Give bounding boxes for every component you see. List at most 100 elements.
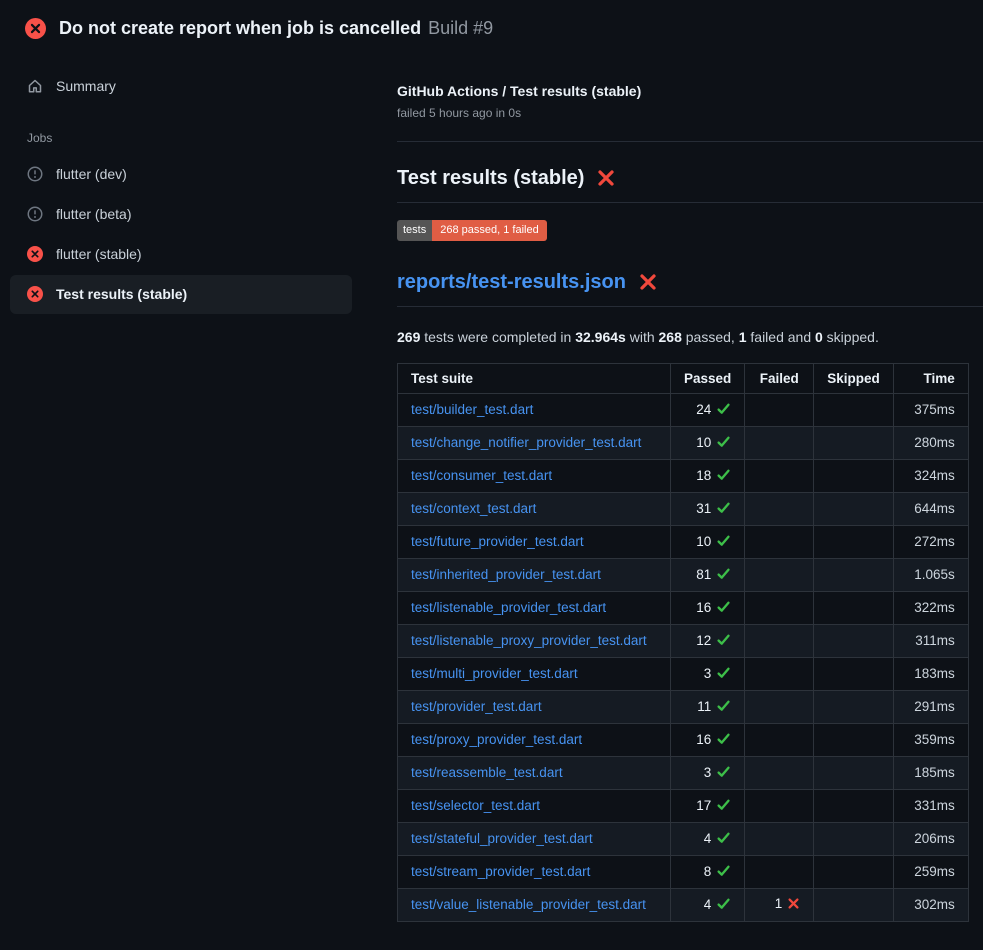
col-header-failed: Failed <box>745 363 814 393</box>
failed-count: 1 <box>775 896 783 911</box>
cell-time: 311ms <box>893 624 968 657</box>
test-suite-link[interactable]: test/proxy_provider_test.dart <box>411 732 582 747</box>
test-suite-link[interactable]: test/selector_test.dart <box>411 798 540 813</box>
report-title: reports/test-results.json <box>397 271 983 307</box>
cell-passed: 31 <box>671 492 745 525</box>
sidebar-job-item[interactable]: flutter (stable) <box>10 235 352 273</box>
cell-skipped <box>814 624 894 657</box>
cell-skipped <box>814 756 894 789</box>
cell-skipped <box>814 393 894 426</box>
cell-passed: 16 <box>671 591 745 624</box>
table-row: test/provider_test.dart11291ms <box>398 690 969 723</box>
sidebar-job-item[interactable]: flutter (dev) <box>10 155 352 193</box>
cell-time: 375ms <box>893 393 968 426</box>
cell-test-suite: test/consumer_test.dart <box>398 459 671 492</box>
cell-test-suite: test/proxy_provider_test.dart <box>398 723 671 756</box>
summary-segment: with <box>626 329 659 345</box>
passed-count: 3 <box>704 666 712 681</box>
table-row: test/proxy_provider_test.dart16359ms <box>398 723 969 756</box>
report-file-link[interactable]: reports/test-results.json <box>397 271 626 294</box>
test-suite-link[interactable]: test/change_notifier_provider_test.dart <box>411 435 641 450</box>
failed-circle-icon <box>25 18 46 39</box>
table-row: test/listenable_provider_test.dart16322m… <box>398 591 969 624</box>
cell-time: 331ms <box>893 789 968 822</box>
test-suite-link[interactable]: test/reassemble_test.dart <box>411 765 563 780</box>
check-icon <box>716 797 731 815</box>
badge-label: tests <box>397 220 432 241</box>
check-icon <box>716 731 731 749</box>
test-suite-link[interactable]: test/listenable_provider_test.dart <box>411 600 606 615</box>
cell-test-suite: test/builder_test.dart <box>398 393 671 426</box>
sidebar: Summary Jobs flutter (dev)flutter (beta)… <box>0 53 371 316</box>
cell-test-suite: test/multi_provider_test.dart <box>398 657 671 690</box>
sidebar-job-item[interactable]: Test results (stable) <box>10 275 352 313</box>
cell-test-suite: test/stateful_provider_test.dart <box>398 822 671 855</box>
test-suite-link[interactable]: test/listenable_proxy_provider_test.dart <box>411 633 647 648</box>
sidebar-job-item[interactable]: flutter (beta) <box>10 195 352 233</box>
table-row: test/consumer_test.dart18324ms <box>398 459 969 492</box>
check-icon <box>716 500 731 518</box>
cell-test-suite: test/provider_test.dart <box>398 690 671 723</box>
cell-passed: 3 <box>671 756 745 789</box>
cell-skipped <box>814 492 894 525</box>
cell-test-suite: test/change_notifier_provider_test.dart <box>398 426 671 459</box>
table-header-row: Test suite Passed Failed Skipped Time <box>398 363 969 393</box>
test-suite-link[interactable]: test/value_listenable_provider_test.dart <box>411 897 646 912</box>
test-suite-link[interactable]: test/multi_provider_test.dart <box>411 666 578 681</box>
cell-skipped <box>814 690 894 723</box>
test-suite-link[interactable]: test/builder_test.dart <box>411 402 533 417</box>
cell-passed: 10 <box>671 525 745 558</box>
cell-time: 291ms <box>893 690 968 723</box>
table-row: test/builder_test.dart24375ms <box>398 393 969 426</box>
cell-skipped <box>814 789 894 822</box>
sidebar-item-label: flutter (beta) <box>56 205 131 223</box>
col-header-passed: Passed <box>671 363 745 393</box>
build-name: Do not create report when job is cancell… <box>59 18 421 38</box>
page-title: Do not create report when job is cancell… <box>59 18 493 40</box>
cell-failed <box>745 690 814 723</box>
check-icon <box>716 434 731 452</box>
passed-count: 4 <box>704 897 712 912</box>
test-suite-link[interactable]: test/context_test.dart <box>411 501 536 516</box>
cell-failed <box>745 822 814 855</box>
test-suite-link[interactable]: test/stream_provider_test.dart <box>411 864 590 879</box>
cell-failed <box>745 393 814 426</box>
summary-segment: 269 <box>397 329 420 345</box>
test-suite-link[interactable]: test/inherited_provider_test.dart <box>411 567 601 582</box>
check-icon <box>716 599 731 617</box>
main-content: GitHub Actions / Test results (stable) f… <box>371 53 983 922</box>
check-icon <box>716 896 731 914</box>
test-suite-link[interactable]: test/provider_test.dart <box>411 699 542 714</box>
check-icon <box>716 467 731 485</box>
sidebar-item-label: flutter (dev) <box>56 165 127 183</box>
cell-failed <box>745 558 814 591</box>
cell-time: 183ms <box>893 657 968 690</box>
build-header: Do not create report when job is cancell… <box>0 0 983 53</box>
test-suite-link[interactable]: test/consumer_test.dart <box>411 468 552 483</box>
test-suite-link[interactable]: test/stateful_provider_test.dart <box>411 831 593 846</box>
check-icon <box>716 863 731 881</box>
red-cross-icon <box>638 272 658 292</box>
summary-segment: skipped. <box>823 329 879 345</box>
test-suite-link[interactable]: test/future_provider_test.dart <box>411 534 584 549</box>
sidebar-item-label: Summary <box>56 77 116 95</box>
cell-failed <box>745 657 814 690</box>
sidebar-item-label: Test results (stable) <box>56 285 187 303</box>
tests-status-badge: tests 268 passed, 1 failed <box>397 220 547 241</box>
cell-failed <box>745 855 814 888</box>
cell-time: 272ms <box>893 525 968 558</box>
cell-skipped <box>814 657 894 690</box>
passed-count: 12 <box>696 633 711 648</box>
table-row: test/reassemble_test.dart 3 185ms <box>398 756 969 789</box>
badge-value: 268 passed, 1 failed <box>432 220 546 241</box>
failed-icon <box>27 246 43 262</box>
status-line: failed 5 hours ago in 0s <box>397 106 983 120</box>
check-icon <box>716 764 731 782</box>
cell-time: 185ms <box>893 756 968 789</box>
cell-failed <box>745 624 814 657</box>
cancelled-icon <box>27 206 43 222</box>
sidebar-item-summary[interactable]: Summary <box>10 67 352 105</box>
cell-test-suite: test/value_listenable_provider_test.dart <box>398 888 671 921</box>
table-row: test/listenable_proxy_provider_test.dart… <box>398 624 969 657</box>
table-row: test/context_test.dart31644ms <box>398 492 969 525</box>
